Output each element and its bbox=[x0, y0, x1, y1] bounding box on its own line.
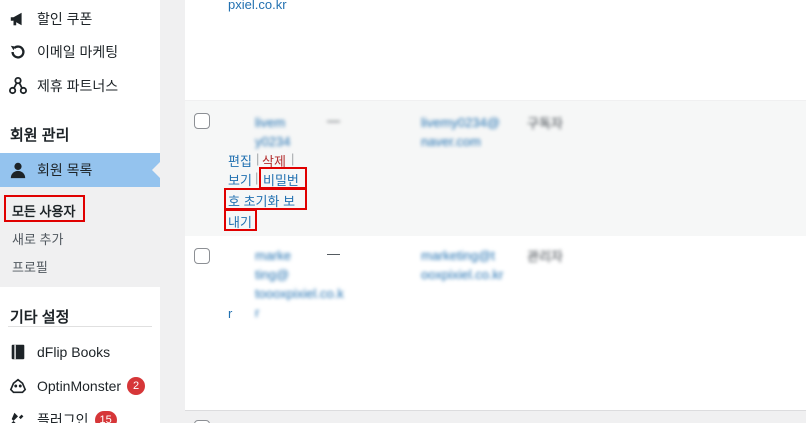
row-checkbox[interactable] bbox=[194, 113, 210, 129]
refresh-icon bbox=[8, 42, 28, 62]
username-link-tail[interactable]: r bbox=[228, 306, 232, 321]
sidebar-item-label: 회원 목록 bbox=[37, 162, 93, 178]
edit-link[interactable]: 편집 bbox=[228, 151, 252, 170]
sidebar-item-dflip[interactable]: dFlip Books bbox=[0, 335, 160, 369]
reset-password-link[interactable]: 비밀번 bbox=[263, 170, 299, 189]
sidebar-item-label: OptinMonster bbox=[37, 378, 122, 394]
table-row: livem y0234 — livemy0234@ naver.com 구독자 … bbox=[185, 101, 806, 236]
network-icon bbox=[8, 76, 28, 96]
sidebar-item-label: 제휴 파트너스 bbox=[37, 78, 119, 94]
user-email-link[interactable]: livemy0234@ naver.com bbox=[421, 113, 506, 151]
separator: | bbox=[255, 170, 259, 185]
row-checkbox[interactable] bbox=[194, 248, 210, 264]
section-heading-members: 회원 관리 bbox=[10, 127, 70, 144]
submenu-profile[interactable]: 프로필 bbox=[12, 257, 48, 276]
user-name-cell: — bbox=[327, 246, 340, 261]
username-link[interactable]: marke ting@ toooxpixiel.co.k r bbox=[255, 246, 344, 322]
table-row: marke ting@ toooxpixiel.co.k r r — marke… bbox=[185, 236, 806, 410]
view-link[interactable]: 보기 bbox=[228, 170, 252, 189]
submenu-all-users[interactable]: 모든 사용자 bbox=[4, 195, 85, 222]
sidebar-item-optinmonster[interactable]: OptinMonster 2 bbox=[0, 369, 160, 403]
content-gutter bbox=[160, 0, 185, 423]
megaphone-icon bbox=[8, 9, 28, 29]
user-role-cell: 구독자 bbox=[527, 116, 563, 131]
sidebar-item-plugins[interactable]: 플러그인 15 bbox=[0, 403, 160, 423]
update-count-badge: 2 bbox=[127, 377, 146, 395]
book-icon bbox=[8, 342, 28, 362]
separator: | bbox=[256, 151, 260, 166]
sidebar-item-members-list[interactable]: 회원 목록 bbox=[0, 153, 160, 187]
user-email-link[interactable]: pxiel.co.kr bbox=[228, 0, 287, 12]
sidebar-item-email-marketing[interactable]: 이메일 마케팅 bbox=[0, 35, 160, 69]
sidebar-item-affiliates[interactable]: 제휴 파트너스 bbox=[0, 69, 160, 103]
separator: | bbox=[291, 151, 295, 166]
user-role-cell: 관리자 bbox=[527, 249, 563, 264]
sidebar-item-label: dFlip Books bbox=[37, 344, 111, 360]
user-email-link[interactable]: marketing@t ooxpixiel.co.kr bbox=[421, 246, 506, 284]
section-heading-other: 기타 설정 bbox=[10, 309, 70, 326]
table-row-partial bbox=[185, 410, 806, 423]
table-row: pxiel.co.kr bbox=[185, 0, 806, 101]
update-count-badge: 15 bbox=[94, 411, 117, 423]
sidebar-item-coupons[interactable]: 할인 쿠폰 bbox=[0, 2, 160, 36]
username-link[interactable]: livem y0234 bbox=[255, 113, 315, 151]
admin-sidebar: 할인 쿠폰 이메일 마케팅 제휴 파트너스 회원 관리 회원 목록 모든 사용자… bbox=[0, 0, 160, 423]
reset-password-link[interactable]: 호 초기화 보 bbox=[228, 191, 295, 210]
user-icon bbox=[8, 160, 28, 180]
plugin-icon bbox=[8, 410, 28, 423]
sidebar-item-label: 할인 쿠폰 bbox=[37, 11, 93, 27]
reset-password-link[interactable]: 내기 bbox=[228, 212, 252, 231]
divider bbox=[8, 326, 152, 327]
sidebar-item-label: 플러그인 bbox=[37, 412, 89, 423]
monster-icon bbox=[8, 376, 28, 396]
user-name-cell: — bbox=[327, 113, 340, 128]
users-table: pxiel.co.kr livem y0234 — livemy0234@ na… bbox=[185, 0, 806, 423]
sidebar-item-label: 이메일 마케팅 bbox=[37, 44, 119, 60]
submenu-add-new[interactable]: 새로 추가 bbox=[12, 229, 63, 248]
